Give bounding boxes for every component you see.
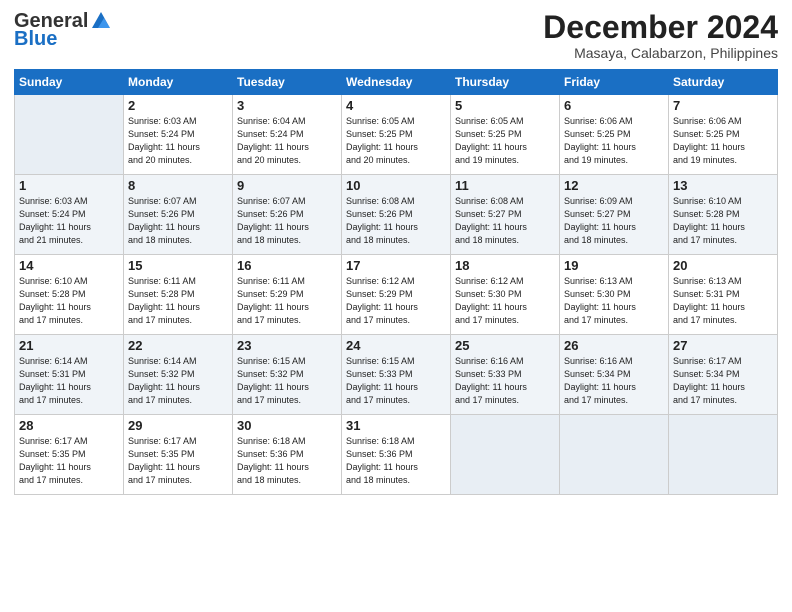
table-row: 18 Sunrise: 6:12 AMSunset: 5:30 PMDaylig… [451, 255, 560, 335]
table-row: 8 Sunrise: 6:07 AMSunset: 5:26 PMDayligh… [124, 175, 233, 255]
empty-cell [15, 95, 124, 175]
table-row: 20 Sunrise: 6:13 AMSunset: 5:31 PMDaylig… [669, 255, 778, 335]
col-tuesday: Tuesday [233, 70, 342, 95]
table-row: 24 Sunrise: 6:15 AMSunset: 5:33 PMDaylig… [342, 335, 451, 415]
table-row: 12 Sunrise: 6:09 AMSunset: 5:27 PMDaylig… [560, 175, 669, 255]
table-row: 4 Sunrise: 6:05 AMSunset: 5:25 PMDayligh… [342, 95, 451, 175]
table-row: 14 Sunrise: 6:10 AMSunset: 5:28 PMDaylig… [15, 255, 778, 335]
table-row: 7 Sunrise: 6:06 AMSunset: 5:25 PMDayligh… [669, 95, 778, 175]
table-row: 15 Sunrise: 6:11 AMSunset: 5:28 PMDaylig… [124, 255, 233, 335]
table-row: 1 Sunrise: 6:03 AMSunset: 5:24 PMDayligh… [15, 175, 778, 255]
table-row: 5 Sunrise: 6:05 AMSunset: 5:25 PMDayligh… [451, 95, 560, 175]
table-row: 22 Sunrise: 6:14 AMSunset: 5:32 PMDaylig… [124, 335, 233, 415]
table-row: 1 Sunrise: 6:03 AMSunset: 5:24 PMDayligh… [15, 175, 124, 255]
table-row: 11 Sunrise: 6:08 AMSunset: 5:27 PMDaylig… [451, 175, 560, 255]
col-wednesday: Wednesday [342, 70, 451, 95]
table-row: 21 Sunrise: 6:14 AMSunset: 5:31 PMDaylig… [15, 335, 124, 415]
main-container: General Blue December 2024 Masaya, Calab… [0, 0, 792, 503]
table-row: 13 Sunrise: 6:10 AMSunset: 5:28 PMDaylig… [669, 175, 778, 255]
col-friday: Friday [560, 70, 669, 95]
table-row: 9 Sunrise: 6:07 AMSunset: 5:26 PMDayligh… [233, 175, 342, 255]
table-row: 3 Sunrise: 6:04 AMSunset: 5:24 PMDayligh… [233, 95, 342, 175]
table-row: 31 Sunrise: 6:18 AMSunset: 5:36 PMDaylig… [342, 415, 451, 495]
location: Masaya, Calabarzon, Philippines [543, 45, 778, 61]
month-title: December 2024 [543, 10, 778, 45]
table-row: 30 Sunrise: 6:18 AMSunset: 5:36 PMDaylig… [233, 415, 342, 495]
table-row: 6 Sunrise: 6:06 AMSunset: 5:25 PMDayligh… [560, 95, 669, 175]
table-row: 26 Sunrise: 6:16 AMSunset: 5:34 PMDaylig… [560, 335, 669, 415]
logo-icon [90, 10, 112, 32]
table-row: 23 Sunrise: 6:15 AMSunset: 5:32 PMDaylig… [233, 335, 342, 415]
col-saturday: Saturday [669, 70, 778, 95]
title-block: December 2024 Masaya, Calabarzon, Philip… [543, 10, 778, 61]
logo-blue-text: Blue [14, 28, 57, 50]
header-row: Sunday Monday Tuesday Wednesday Thursday… [15, 70, 778, 95]
table-row: 28 Sunrise: 6:17 AMSunset: 5:35 PMDaylig… [15, 415, 778, 495]
table-row: 21 Sunrise: 6:14 AMSunset: 5:31 PMDaylig… [15, 335, 778, 415]
col-sunday: Sunday [15, 70, 124, 95]
table-row: 27 Sunrise: 6:17 AMSunset: 5:34 PMDaylig… [669, 335, 778, 415]
empty-cell [669, 415, 778, 495]
logo: General Blue [14, 10, 112, 50]
header: General Blue December 2024 Masaya, Calab… [14, 10, 778, 61]
col-monday: Monday [124, 70, 233, 95]
table-row: 10 Sunrise: 6:08 AMSunset: 5:26 PMDaylig… [342, 175, 451, 255]
empty-cell [560, 415, 669, 495]
table-row: 2 Sunrise: 6:03 AMSunset: 5:24 PMDayligh… [15, 95, 778, 175]
col-thursday: Thursday [451, 70, 560, 95]
table-row: 19 Sunrise: 6:13 AMSunset: 5:30 PMDaylig… [560, 255, 669, 335]
table-row: 28 Sunrise: 6:17 AMSunset: 5:35 PMDaylig… [15, 415, 124, 495]
table-row: 25 Sunrise: 6:16 AMSunset: 5:33 PMDaylig… [451, 335, 560, 415]
table-row: 14 Sunrise: 6:10 AMSunset: 5:28 PMDaylig… [15, 255, 124, 335]
empty-cell [451, 415, 560, 495]
table-row: 2 Sunrise: 6:03 AMSunset: 5:24 PMDayligh… [124, 95, 233, 175]
table-row: 17 Sunrise: 6:12 AMSunset: 5:29 PMDaylig… [342, 255, 451, 335]
table-row: 16 Sunrise: 6:11 AMSunset: 5:29 PMDaylig… [233, 255, 342, 335]
table-row: 29 Sunrise: 6:17 AMSunset: 5:35 PMDaylig… [124, 415, 233, 495]
calendar-table: Sunday Monday Tuesday Wednesday Thursday… [14, 69, 778, 495]
